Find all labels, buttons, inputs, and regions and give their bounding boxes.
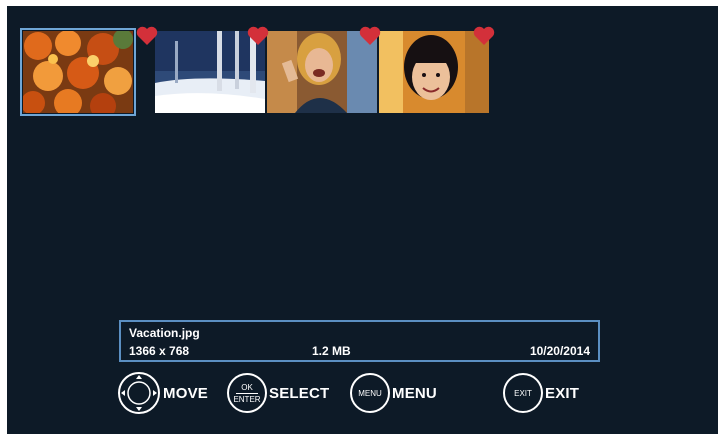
heart-icon xyxy=(136,26,158,45)
menu-icon-text: MENU xyxy=(358,388,382,398)
ok-enter-icon: OK ENTER xyxy=(227,373,267,413)
exit-icon-text: EXIT xyxy=(514,388,532,398)
autumn-leaves-photo xyxy=(23,31,133,113)
heart-icon xyxy=(473,26,495,45)
move-hint[interactable]: MOVE xyxy=(117,368,208,418)
file-date: 10/20/2014 xyxy=(529,344,590,358)
heart-icon xyxy=(359,26,381,45)
file-name: Vacation.jpg xyxy=(129,326,200,340)
menu-label: MENU xyxy=(392,384,437,402)
file-size: 1.2 MB xyxy=(312,344,351,358)
control-hints-bar: MOVE OK ENTER SELECT MENU MENU EXIT EXIT xyxy=(7,368,718,418)
file-resolution: 1366 x 768 xyxy=(129,344,190,358)
select-hint[interactable]: OK ENTER SELECT xyxy=(227,368,329,418)
exit-button-icon: EXIT xyxy=(503,373,543,413)
thumbnail-autumn-leaves[interactable] xyxy=(20,28,136,116)
photo-browser-screen: Vacation.jpg 1366 x 768 1.2 MB 10/20/201… xyxy=(7,6,718,434)
heart-icon xyxy=(247,26,269,45)
menu-button-icon: MENU xyxy=(350,373,390,413)
enter-icon-text: ENTER xyxy=(233,394,261,404)
dpad-icon xyxy=(118,372,160,414)
exit-label: EXIT xyxy=(545,384,580,402)
exit-hint[interactable]: EXIT EXIT xyxy=(503,368,579,418)
file-info-panel: Vacation.jpg 1366 x 768 1.2 MB 10/20/201… xyxy=(119,320,600,362)
ok-icon-text: OK xyxy=(241,382,253,392)
select-label: SELECT xyxy=(269,384,330,402)
move-label: MOVE xyxy=(163,384,208,402)
menu-hint[interactable]: MENU MENU xyxy=(350,368,437,418)
